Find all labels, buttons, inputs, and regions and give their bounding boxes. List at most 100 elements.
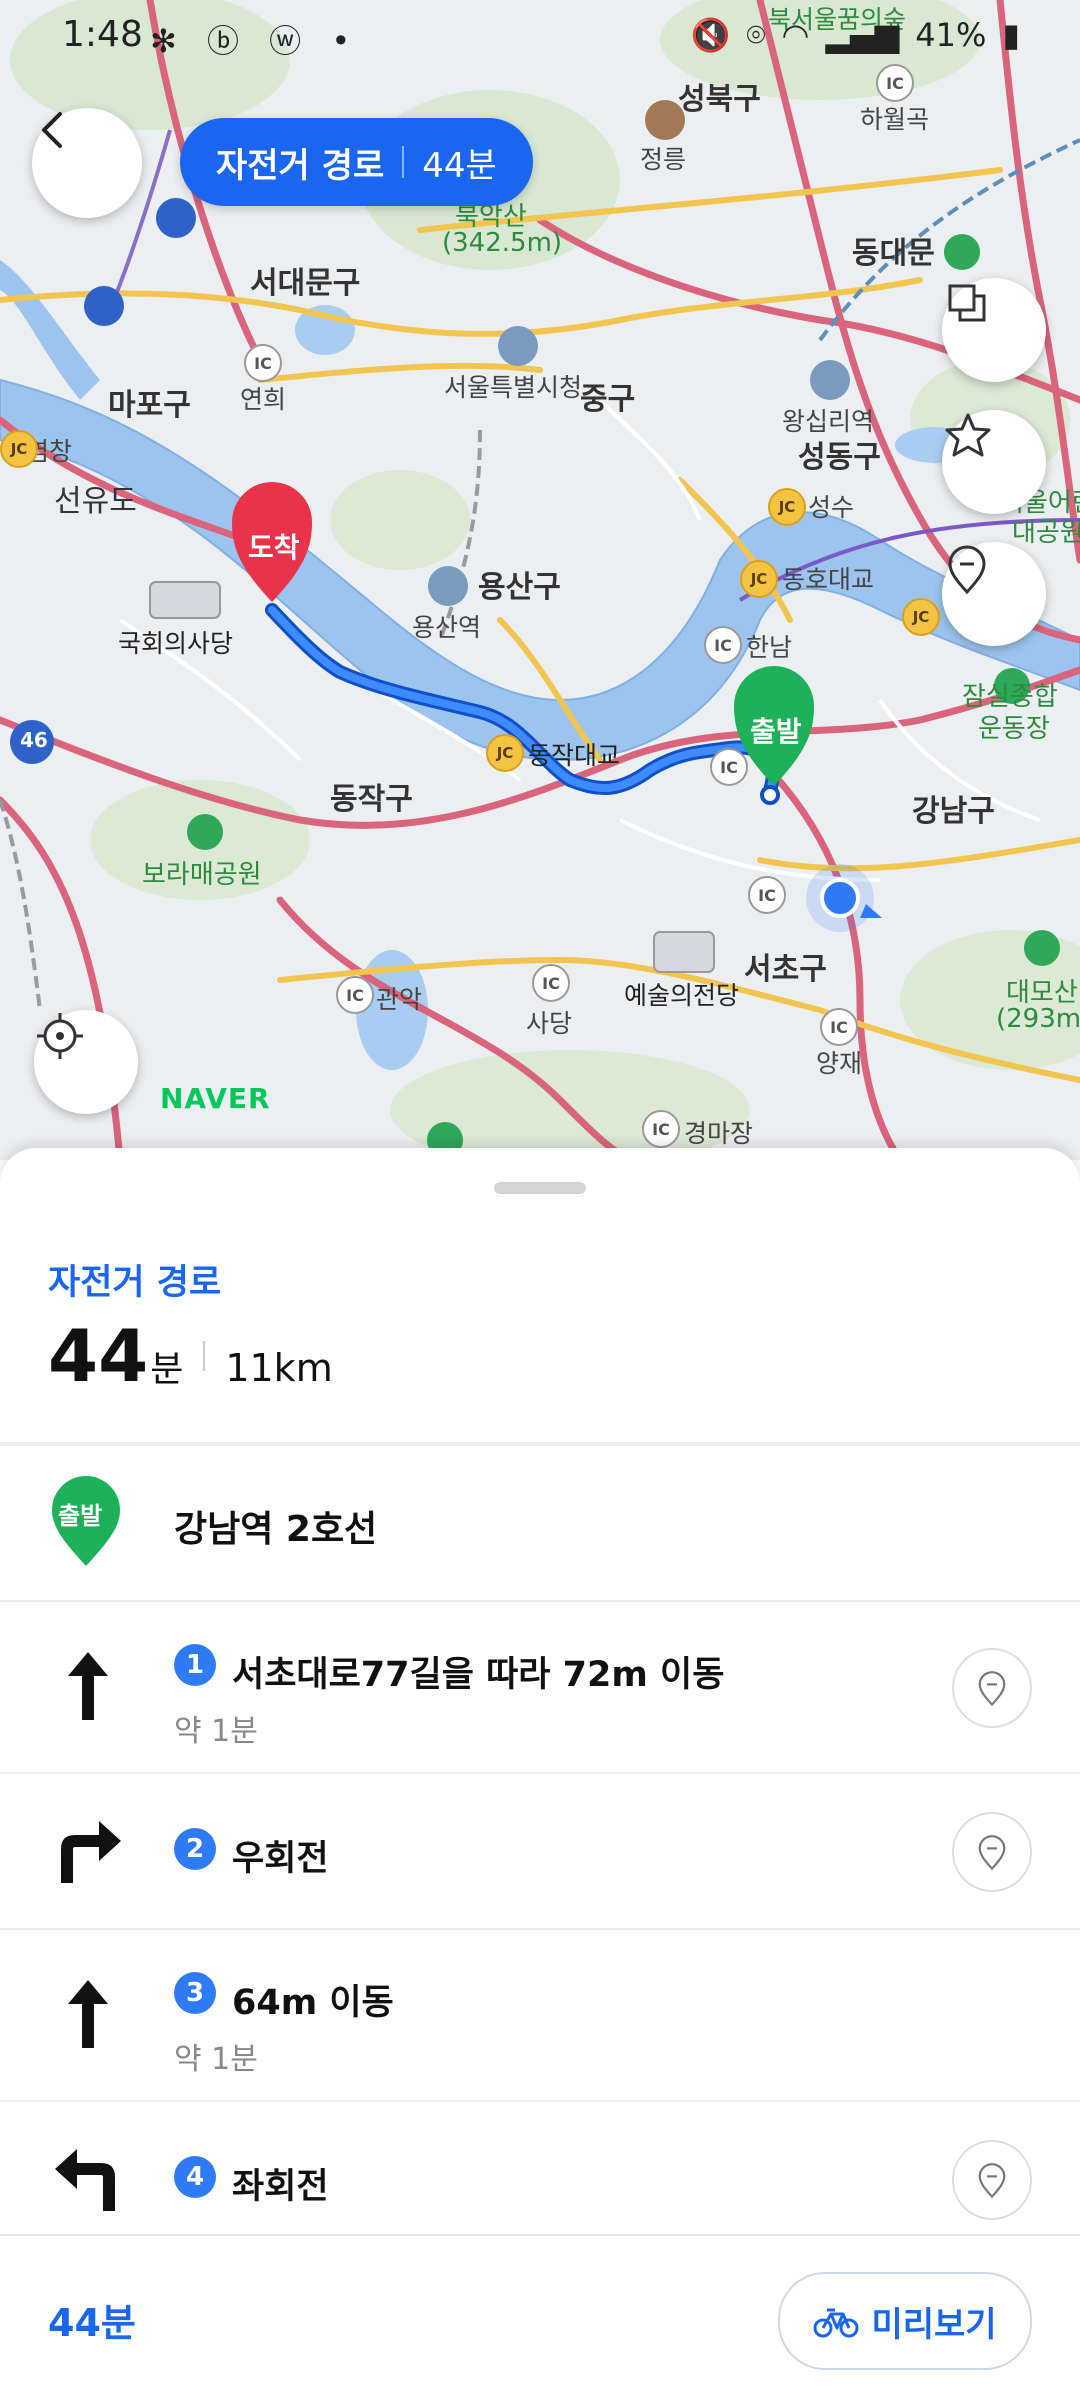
map-label-hannam: 한남 [746,633,793,662]
location-icon: ⌾ [746,16,766,54]
step-row[interactable]: 2 우회전 [0,1772,1080,1930]
straight-arrow-icon [48,1646,128,1726]
jc-badge-icon: JC [0,430,38,468]
bottom-action-bar: 44분 미리보기 [0,2234,1080,2402]
map-label-gyeongmasang: 경마장 [684,1119,754,1148]
map-pin-icon [978,1671,1006,1707]
bicycle-icon [813,2308,859,2338]
step-row[interactable]: 3 64m 이동 약 1분 [0,1928,1080,2102]
layers-icon [948,284,986,322]
map-label-dongjak-bridge: 동작대교 [528,741,621,770]
map-label-dongdaemun: 동대문 [852,236,935,271]
system-icons: 🔇 ⌾ ◠ ▂▄▆ 41% ▮ [690,16,1020,55]
start-point-row[interactable]: 출발 강남역 2호선 [0,1446,1080,1602]
route-summary-pill[interactable]: 자전거 경로 44분 [180,118,533,206]
step-row[interactable]: 4 좌회전 [0,2100,1080,2256]
current-location-button[interactable] [34,1010,138,1114]
summary-minutes: 44 [48,1314,149,1398]
back-button[interactable] [32,108,142,218]
end-marker-label: 도착 [248,531,300,564]
map-label-jamsil2: 운동장 [978,714,1050,744]
pill-divider [402,146,405,178]
step-number: 1 [174,1644,216,1686]
step-duration: 약 1분 [174,1714,258,1749]
step-number: 3 [174,1972,216,2014]
map-view[interactable]: 성북구 북서울꿈의숲 하월곡 정릉 북악산 (342.5m) 서대문구 마포구 … [0,0,1080,1160]
signal-icon: ▂▄▆ [825,16,900,54]
route-duration: 44분 [422,145,497,186]
jc-badge-icon: JC [486,734,524,772]
summary-minutes-unit: 분 [150,1349,184,1390]
route-detail-sheet[interactable]: 자전거 경로 44 분 11km 출발 강남역 2호선 1 서초대로77길을 따… [0,1148,1080,2400]
ic-badge-icon: IC [710,748,748,786]
summary-distance: 11km [225,1346,333,1390]
step-number: 2 [174,1828,216,1870]
map-label-yongsan: 용산구 [478,570,561,605]
step-instruction: 우회전 [232,1839,329,1879]
step-map-pin-button[interactable] [952,1648,1032,1728]
status-bar: 1:48 ✻ ⓑ ⓦ • 🔇 ⌾ ◠ ▂▄▆ 41% ▮ [0,0,1080,72]
ic-badge-icon: IC [336,976,374,1014]
map-label-sadang: 사당 [526,1009,573,1038]
map-label-mapo: 마포구 [108,388,191,423]
map-label-boramae: 보라매공원 [142,860,262,890]
map-label-jeongneung: 정릉 [640,145,687,174]
naver-logo: NAVER [160,1082,271,1115]
map-pin-icon [948,545,986,595]
route-summary: 44 분 11km [48,1314,333,1398]
battery-level: 41% [915,16,987,54]
map-label-seongbuk: 성북구 [678,82,761,117]
map-label-yangjae: 양재 [816,1049,863,1078]
map-label-seocho: 서초구 [744,952,827,987]
crosshair-icon [37,1013,83,1059]
ic-badge-icon: IC [532,964,570,1002]
route-type-label: 자전거 경로 [216,145,385,186]
map-label-seonyudo: 선유도 [54,484,137,519]
ic-badge-icon: IC [820,1008,858,1046]
straight-arrow-icon [48,1974,128,2054]
turn-right-arrow-icon [48,1810,128,1890]
star-icon [945,413,991,457]
sheet-drag-handle[interactable] [494,1182,586,1194]
map-pin-icon [978,1835,1006,1871]
step-number: 4 [174,2156,216,2198]
map-label-yeonhui: 연희 [240,385,287,414]
map-label-bukaksan-elev: (342.5m) [442,228,563,258]
place-pin-button[interactable] [942,542,1046,646]
step-instruction: 서초대로77길을 따라 72m 이동 [232,1655,725,1695]
map-pin-icon [978,2163,1006,2199]
preview-label: 미리보기 [871,2304,997,2345]
jc-badge-icon: JC [902,598,940,636]
map-label-seongsu: 성수 [808,493,855,522]
map-label-daemosan-elev: (293m) [996,1004,1080,1034]
mute-icon: 🔇 [690,16,731,54]
ic-badge-icon: IC [704,626,742,664]
sheet-title: 자전거 경로 [48,1263,222,1303]
map-label-route-46: 46 [20,728,48,752]
step-instruction: 64m 이동 [232,1983,394,2023]
preview-button[interactable]: 미리보기 [778,2272,1032,2370]
favorite-button[interactable] [942,410,1046,514]
step-row[interactable]: 1 서초대로77길을 따라 72m 이동 약 1분 [0,1600,1080,1774]
step-duration: 약 1분 [174,2042,258,2077]
map-layers-button[interactable] [942,278,1046,382]
battery-icon: ▮ [1002,16,1020,54]
notification-icons: ✻ ⓑ ⓦ • [150,22,361,60]
status-time: 1:48 [62,14,143,55]
map-label-gangnam: 강남구 [912,794,995,829]
step-instruction: 좌회전 [232,2167,329,2207]
map-label-city-hall: 서울특별시청 [444,373,583,402]
ic-badge-icon: IC [244,344,282,382]
map-label-dongjak: 동작구 [330,782,413,817]
summary-divider [203,1341,206,1371]
bottom-duration: 44분 [48,2301,136,2345]
step-map-pin-button[interactable] [952,1812,1032,1892]
ic-badge-icon: IC [642,1110,680,1148]
wifi-icon: ◠ [781,16,810,54]
map-label-seoul-forest2: 대공원 [1012,518,1080,548]
map-label-yongsan-stn: 용산역 [412,613,482,642]
ic-badge-icon: IC [748,876,786,914]
step-map-pin-button[interactable] [952,2140,1032,2220]
start-marker-label: 출발 [750,715,802,748]
chevron-left-icon [42,112,62,148]
